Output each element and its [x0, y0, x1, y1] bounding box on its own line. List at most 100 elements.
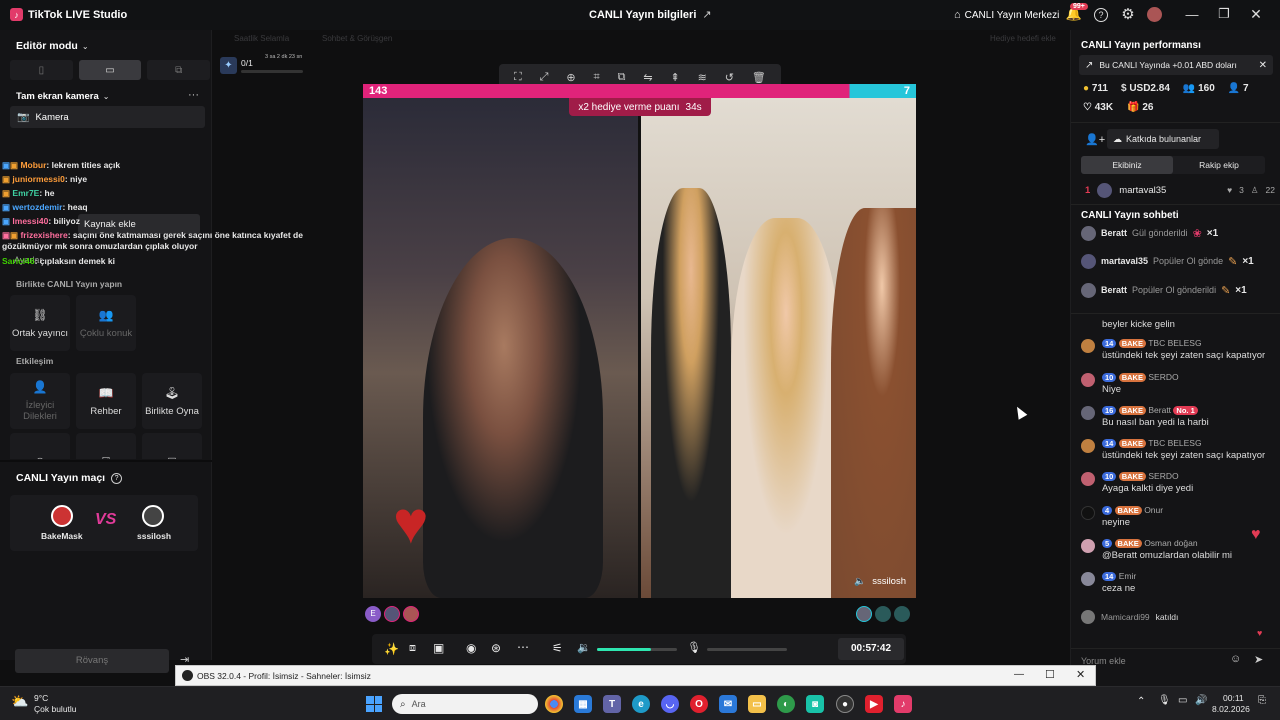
capture-icon[interactable]: ▣	[433, 641, 444, 655]
close-icon[interactable]: ✕	[1249, 6, 1263, 22]
target-icon[interactable]: ◎	[10, 433, 70, 459]
avatar[interactable]: E	[365, 606, 381, 622]
send-icon[interactable]: ➤	[1254, 653, 1263, 666]
overlay-text: : he	[39, 188, 55, 198]
avatar[interactable]	[856, 606, 872, 622]
mic-slider[interactable]	[707, 648, 787, 651]
avatar[interactable]	[894, 606, 910, 622]
weather-temp[interactable]: 9°C	[34, 693, 48, 703]
more-icon[interactable]: ⋯	[517, 640, 529, 654]
help-icon[interactable]: ?	[1094, 8, 1108, 22]
scene-more-button[interactable]: ···	[188, 89, 199, 101]
fullscreen-icon[interactable]: ⛶	[514, 71, 522, 84]
network-icon[interactable]: ▭	[1178, 695, 1187, 706]
notification-icon[interactable]: ⎘	[1258, 695, 1266, 706]
chat-message: 14 Emir ceza ne	[1081, 571, 1279, 594]
store-icon[interactable]: ▦	[574, 695, 592, 713]
clock-time[interactable]: 00:11	[1223, 693, 1244, 703]
center-icon[interactable]: ⊕	[566, 71, 575, 84]
portrait-icon[interactable]: ▯	[10, 60, 73, 80]
crop-icon[interactable]: ⌗	[593, 71, 599, 84]
rotate-icon[interactable]: ↺	[725, 71, 734, 84]
layout-icon[interactable]: ⧉	[147, 60, 211, 80]
opera-icon[interactable]: O	[690, 695, 708, 713]
close-icon[interactable]: ✕	[1076, 668, 1085, 681]
app-icon[interactable]: ◙	[806, 695, 824, 713]
live-info-button[interactable]: CANLI Yayın bilgileri ↗	[589, 8, 712, 22]
magic-icon[interactable]: ✨	[384, 642, 399, 656]
screen-share-icon[interactable]: ⧈	[409, 642, 416, 655]
flip-icon[interactable]: ⇋	[643, 71, 652, 84]
volume-slider[interactable]	[597, 648, 677, 651]
landscape-icon[interactable]: ▭	[78, 60, 142, 80]
record-icon[interactable]: ◉	[466, 641, 476, 655]
copy-icon[interactable]: ⧉	[618, 71, 626, 84]
fit-icon[interactable]: ⤢	[540, 71, 549, 84]
clock-date: 8.02.2026	[1212, 704, 1250, 714]
live-center-link[interactable]: ⌂ CANLI Yayın Merkezi	[954, 9, 1059, 21]
speaker-icon[interactable]: 🔈	[854, 576, 866, 587]
discord-icon[interactable]: ◡	[661, 695, 679, 713]
browser-icon[interactable]: ◐	[777, 695, 795, 713]
comment-box[interactable]: Yorum ekle ☺ ➤	[1071, 648, 1280, 672]
multi-guest-button[interactable]: 👥 Çoklu konuk	[76, 295, 136, 351]
youtube-icon[interactable]: ▶	[865, 695, 883, 713]
match-card[interactable]: BakeMask VS sssilosh	[10, 495, 198, 551]
trend-icon: ↗	[1085, 59, 1094, 71]
viewer-wishes-button[interactable]: 👤 İzleyici Dilekleri	[10, 373, 70, 429]
rank-row[interactable]: 1 martaval35 ♥ 3 ♙ 22	[1085, 182, 1275, 198]
speaker-icon[interactable]: 🔊	[1195, 695, 1207, 706]
avatar[interactable]	[1147, 7, 1162, 22]
help-icon[interactable]: ?	[111, 472, 123, 484]
minimize-icon[interactable]: —	[1185, 7, 1199, 22]
avatar[interactable]	[403, 606, 419, 622]
box-icon[interactable]: ▣	[142, 433, 202, 459]
checklist-icon[interactable]: ☑	[76, 433, 136, 459]
tiktok-icon[interactable]: ♪	[894, 695, 912, 713]
folder-icon[interactable]: ▭	[748, 695, 766, 713]
mic-icon[interactable]: 🎙	[1158, 695, 1171, 706]
obs-window[interactable]: OBS 32.0.4 - Profil: İsimsiz - Sahneler:…	[175, 665, 1096, 686]
layers-icon[interactable]: ≋	[698, 71, 707, 84]
mic-icon[interactable]: 🎙	[687, 641, 701, 654]
team-badge: BAKE	[1114, 506, 1142, 516]
target-icon[interactable]: ⊛	[491, 641, 501, 655]
play-together-button[interactable]: 🕹 Birlikte Oyna	[142, 373, 202, 429]
settings-icon[interactable]: ⚟	[552, 641, 563, 655]
emoji-icon[interactable]: ☺	[1230, 653, 1241, 665]
co-host-button[interactable]: ⛓ Ortak yayıncı	[10, 295, 70, 351]
search-input[interactable]: ⌕ Ara	[392, 694, 538, 714]
avatar[interactable]	[384, 606, 400, 622]
edge-icon[interactable]: e	[632, 695, 650, 713]
dollar-icon: $	[1120, 83, 1127, 94]
rematch-button[interactable]: Rövanş	[15, 649, 169, 673]
close-icon[interactable]: ✕	[1259, 60, 1267, 71]
contributors-button[interactable]: ☁ Katkıda bulunanlar	[1107, 129, 1219, 149]
windows-start-icon[interactable]	[366, 696, 382, 712]
trash-icon[interactable]: 🗑	[752, 71, 766, 84]
maximize-icon[interactable]: ☐	[1045, 668, 1055, 681]
chevron-up-icon[interactable]: ⌃	[1137, 696, 1145, 707]
invite-icon[interactable]: 👤+	[1085, 133, 1105, 146]
move-up-icon[interactable]: ⇞	[671, 71, 680, 84]
battle-preview[interactable]: 143 7 ♥ 🔈 sssilosh x2 hediye verme puanı…	[363, 84, 916, 598]
scene-dropdown[interactable]: Tam ekran kamera ⌄	[16, 91, 109, 102]
overlay-user: frizexishere	[20, 230, 68, 240]
avatar[interactable]	[875, 606, 891, 622]
obs-taskbar-icon[interactable]: ●	[836, 695, 854, 713]
gear-icon[interactable]: ⚙	[1120, 6, 1136, 23]
editor-mode-dropdown[interactable]: Editör modu ⌄	[16, 40, 89, 52]
tab-team[interactable]: Ekibiniz	[1081, 156, 1173, 174]
minimize-icon[interactable]: —	[1014, 669, 1024, 680]
volume-icon[interactable]: 🔉	[577, 641, 591, 654]
mail-icon[interactable]: ✉	[719, 695, 737, 713]
guide-button[interactable]: 📖 Rehber	[76, 373, 136, 429]
tab-rival[interactable]: Rakip ekip	[1173, 156, 1265, 174]
join-text: katıldı	[1155, 612, 1179, 622]
task-widget[interactable]: ✦ 0/1 3 sa 2 dk 23 sn	[218, 54, 306, 78]
chrome-icon[interactable]	[545, 695, 563, 713]
teams-icon[interactable]: T	[603, 695, 621, 713]
restore-icon[interactable]: ❐	[1217, 6, 1231, 21]
camera-source[interactable]: 📷 Kamera	[10, 106, 205, 128]
chat-text: üstündeki tek şeyi zaten saçı kapatıyor	[1102, 350, 1266, 362]
